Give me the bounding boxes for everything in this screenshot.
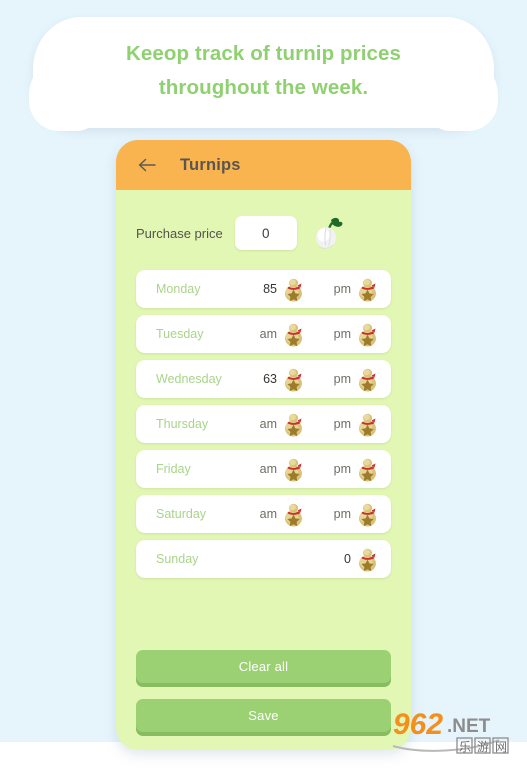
- bell-bag-icon: [354, 321, 381, 348]
- price-rows: Monday 85 pm Tuesday am pm Wednesday 63 pm Thursd…: [116, 270, 411, 578]
- purchase-price-row: Purchase price: [116, 190, 411, 252]
- pm-value[interactable]: pm: [325, 507, 351, 521]
- save-button[interactable]: Save: [136, 699, 391, 732]
- banner-text: Keeop track of turnip prices throughout …: [33, 17, 494, 105]
- pm-value[interactable]: 0: [325, 552, 351, 566]
- banner-line-2: throughout the week.: [158, 76, 369, 99]
- pm-slot[interactable]: 0: [307, 546, 381, 573]
- arrow-left-icon[interactable]: [136, 154, 158, 176]
- purchase-price-input[interactable]: [234, 216, 297, 250]
- banner-line-1: Keeop track of turnip prices: [125, 42, 402, 65]
- purchase-price-label: Purchase price: [136, 225, 223, 241]
- table-row: Friday am pm: [136, 450, 391, 488]
- bell-bag-icon: [280, 411, 307, 438]
- svg-text:.NET: .NET: [447, 716, 491, 737]
- table-row: Wednesday 63 pm: [136, 360, 391, 398]
- pm-slot[interactable]: pm: [307, 501, 381, 528]
- am-value[interactable]: 85: [251, 282, 277, 296]
- pm-slot[interactable]: pm: [307, 276, 381, 303]
- bell-bag-icon: [354, 276, 381, 303]
- pm-value[interactable]: pm: [325, 372, 351, 386]
- bell-bag-icon: [354, 546, 381, 573]
- am-slot[interactable]: am: [233, 501, 307, 528]
- clear-all-button[interactable]: Clear all: [136, 650, 391, 683]
- action-buttons: Clear all Save: [116, 650, 411, 732]
- turnip-icon: [309, 214, 349, 252]
- day-label: Sunday: [156, 552, 199, 566]
- svg-text:962: 962: [393, 708, 443, 741]
- day-label: Tuesday: [156, 327, 204, 341]
- pm-value[interactable]: pm: [325, 462, 351, 476]
- pm-slot[interactable]: pm: [307, 411, 381, 438]
- svg-text:游: 游: [477, 740, 489, 754]
- am-slot[interactable]: am: [233, 456, 307, 483]
- svg-text:网: 网: [495, 740, 507, 754]
- pm-slot[interactable]: pm: [307, 366, 381, 393]
- am-value[interactable]: am: [251, 327, 277, 341]
- svg-text:乐: 乐: [459, 740, 471, 754]
- bell-bag-icon: [354, 411, 381, 438]
- app-bar: Turnips: [116, 140, 411, 190]
- banner-cloud: Keeop track of turnip prices throughout …: [29, 17, 498, 131]
- day-label: Thursday: [156, 417, 209, 431]
- bell-bag-icon: [280, 321, 307, 348]
- am-value[interactable]: am: [251, 507, 277, 521]
- table-row: Saturday am pm: [136, 495, 391, 533]
- bell-bag-icon: [354, 501, 381, 528]
- bell-bag-icon: [280, 501, 307, 528]
- am-value[interactable]: am: [251, 417, 277, 431]
- am-slot[interactable]: 63: [233, 366, 307, 393]
- pm-slot[interactable]: pm: [307, 321, 381, 348]
- am-slot[interactable]: am: [233, 411, 307, 438]
- day-label: Saturday: [156, 507, 207, 521]
- pm-value[interactable]: pm: [325, 417, 351, 431]
- bell-bag-icon: [280, 366, 307, 393]
- bell-bag-icon: [354, 366, 381, 393]
- pm-value[interactable]: pm: [325, 282, 351, 296]
- am-value[interactable]: 63: [251, 372, 277, 386]
- day-label: Friday: [156, 462, 191, 476]
- site-watermark: 962 .NET 乐 游 网: [391, 702, 521, 760]
- page-title: Turnips: [180, 155, 241, 174]
- table-row: Monday 85 pm: [136, 270, 391, 308]
- table-row: Sunday 0: [136, 540, 391, 578]
- table-row: Thursday am pm: [136, 405, 391, 443]
- pm-slot[interactable]: pm: [307, 456, 381, 483]
- table-row: Tuesday am pm: [136, 315, 391, 353]
- am-value[interactable]: am: [251, 462, 277, 476]
- day-label: Wednesday: [156, 372, 222, 386]
- bell-bag-icon: [280, 276, 307, 303]
- am-slot[interactable]: am: [233, 321, 307, 348]
- pm-value[interactable]: pm: [325, 327, 351, 341]
- day-label: Monday: [156, 282, 201, 296]
- app-panel: Turnips Purchase price Monday85pmTuesday…: [116, 140, 411, 750]
- am-slot[interactable]: 85: [233, 276, 307, 303]
- bell-bag-icon: [280, 456, 307, 483]
- bell-bag-icon: [354, 456, 381, 483]
